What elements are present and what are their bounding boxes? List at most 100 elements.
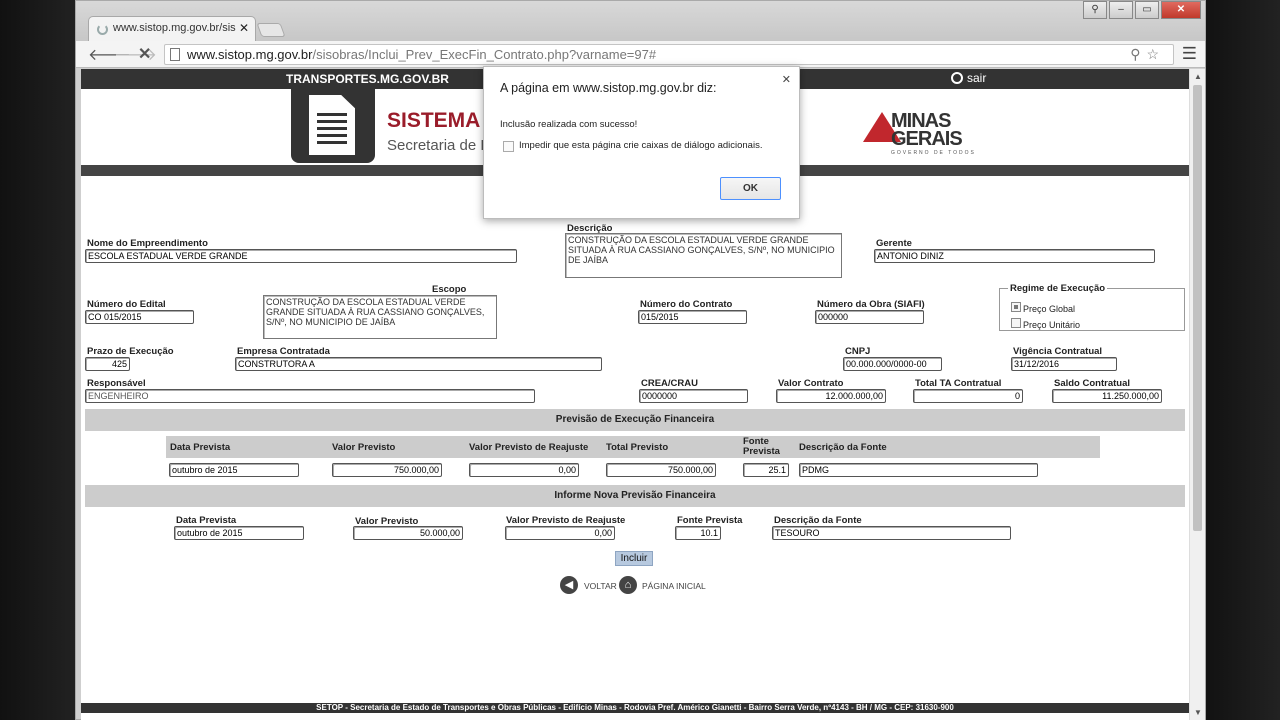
vertical-scrollbar[interactable]: ▲ ▼ — [1189, 69, 1205, 720]
pagina-inicial-link[interactable]: PÁGINA INICIAL — [642, 581, 706, 591]
vigencia-input[interactable]: 31/12/2016 — [1011, 357, 1117, 371]
crea-input[interactable]: 0000000 — [639, 389, 748, 403]
nova-valor-input[interactable]: 50.000,00 — [353, 526, 463, 540]
responsavel-input[interactable]: ENGENHEIRO — [85, 389, 535, 403]
cnpj-label: CNPJ — [845, 346, 871, 357]
escopo-label: Escopo — [432, 284, 467, 295]
system-subtitle: Secretaria de E — [387, 137, 491, 154]
logo-text-3: GOVERNO DE TODOS — [891, 150, 976, 156]
numero-edital-input[interactable]: CO 015/2015 — [85, 310, 194, 324]
previsao-total-input[interactable]: 750.000,00 — [606, 463, 716, 477]
previsao-data-input[interactable]: outubro de 2015 — [169, 463, 299, 477]
preco-global-label: Preço Global — [1023, 304, 1076, 314]
nova-data-input[interactable]: outubro de 2015 — [174, 526, 304, 540]
ok-button[interactable]: OK — [720, 177, 781, 200]
logout-label: sair — [967, 71, 987, 85]
incluir-button[interactable]: Incluir — [615, 551, 653, 566]
total-ta-input[interactable]: 0 — [913, 389, 1023, 403]
vigencia-label: Vigência Contratual — [1013, 346, 1103, 357]
gerente-input[interactable]: ANTONIO DINIZ — [874, 249, 1155, 263]
crea-label: CREA/CRAU — [641, 378, 698, 389]
previsao-descricao-input[interactable]: PDMG — [799, 463, 1038, 477]
tab-strip: www.sistop.mg.gov.br/sis ✕ ⚲ – ▭ ✕ — [76, 1, 1205, 41]
preco-unitario-radio[interactable] — [1011, 318, 1021, 328]
escopo-textarea[interactable]: CONSTRUÇÃO DA ESCOLA ESTADUAL VERDE GRAN… — [263, 295, 497, 339]
back-arrow-icon[interactable]: ◀ — [560, 576, 578, 594]
numero-contrato-input[interactable]: 015/2015 — [638, 310, 747, 324]
preco-global-radio[interactable] — [1011, 302, 1021, 312]
document-logo-icon — [291, 89, 375, 163]
valor-contrato-input[interactable]: 12.000.000,00 — [776, 389, 886, 403]
stop-icon[interactable]: ✕ — [138, 44, 151, 64]
minimize-button[interactable]: – — [1109, 1, 1133, 19]
empresa-label: Empresa Contratada — [237, 346, 330, 357]
previsao-col-fonte: Fonte Prevista — [743, 436, 780, 457]
numero-obra-label: Número da Obra (SIAFI) — [817, 299, 925, 310]
browser-toolbar: 🡐 🡒 ✕ www.sistop.mg.gov.br/sisobras/Incl… — [76, 41, 1205, 68]
nova-descricao-input[interactable]: TESOURO — [772, 526, 1011, 540]
browser-tab[interactable]: www.sistop.mg.gov.br/sis ✕ — [88, 16, 256, 41]
previsao-col-data: Data Prevista — [170, 442, 231, 453]
suppress-dialogs-checkbox[interactable] — [503, 141, 514, 152]
scroll-thumb[interactable] — [1193, 85, 1202, 531]
home-icon[interactable]: ⌂ — [619, 576, 637, 594]
regime-label: Regime de Execução — [1010, 283, 1106, 294]
account-button[interactable]: ⚲ — [1083, 1, 1107, 19]
responsavel-label: Responsável — [87, 378, 146, 389]
nova-col-reajuste: Valor Previsto de Reajuste — [506, 515, 626, 526]
numero-edital-label: Número do Edital — [87, 299, 166, 310]
numero-obra-input[interactable]: 000000 — [815, 310, 924, 324]
cnpj-input[interactable]: 00.000.000/0000-00 — [843, 357, 942, 371]
alert-dialog: A página em www.sistop.mg.gov.br diz: ✕ … — [483, 66, 800, 219]
power-icon — [951, 72, 963, 84]
nova-col-descricao: Descrição da Fonte — [774, 515, 862, 526]
dialog-close-icon[interactable]: ✕ — [782, 73, 791, 86]
dialog-message: Inclusão realizada com sucesso! — [500, 119, 638, 130]
scroll-up-icon[interactable]: ▲ — [1194, 72, 1202, 81]
dialog-title: A página em www.sistop.mg.gov.br diz: — [500, 81, 717, 95]
nova-reajuste-input[interactable]: 0,00 — [505, 526, 615, 540]
search-star-icons[interactable]: ⚲☆ — [1130, 46, 1165, 63]
descricao-textarea[interactable]: CONSTRUÇÃO DA ESCOLA ESTADUAL VERDE GRAN… — [565, 233, 842, 278]
window-controls: ⚲ – ▭ ✕ — [1081, 1, 1201, 19]
close-tab-icon[interactable]: ✕ — [239, 21, 249, 35]
url-host: www.sistop.mg.gov.br — [187, 47, 313, 62]
previsao-valor-input[interactable]: 750.000,00 — [332, 463, 442, 477]
empresa-input[interactable]: CONSTRUTORA A — [235, 357, 602, 371]
address-bar[interactable]: www.sistop.mg.gov.br/sisobras/Inclui_Pre… — [164, 44, 1174, 65]
tab-title: www.sistop.mg.gov.br/sis — [113, 22, 236, 34]
page-icon — [170, 48, 180, 61]
previsao-fonte-input[interactable]: 25.1 — [743, 463, 789, 477]
logo-text-2: GERAIS — [891, 128, 963, 150]
nova-section-title: Informe Nova Previsão Financeira — [85, 485, 1185, 507]
scroll-down-icon[interactable]: ▼ — [1194, 708, 1202, 717]
menu-icon[interactable]: ☰ — [1182, 44, 1197, 64]
voltar-link[interactable]: VOLTAR — [584, 581, 617, 591]
previsao-reajuste-input[interactable]: 0,00 — [469, 463, 579, 477]
previsao-col-total: Total Previsto — [606, 442, 669, 453]
page-footer: SETOP - Secretaria de Estado de Transpor… — [81, 703, 1189, 713]
url-path: /sisobras/Inclui_Prev_ExecFin_Contrato.p… — [312, 47, 657, 62]
site-link[interactable]: TRANSPORTES.MG.GOV.BR — [286, 72, 449, 86]
nova-col-data: Data Prevista — [176, 515, 237, 526]
gerente-label: Gerente — [876, 238, 912, 249]
saldo-input[interactable]: 11.250.000,00 — [1052, 389, 1162, 403]
suppress-dialogs-label: Impedir que esta página crie caixas de d… — [519, 140, 763, 151]
prazo-input[interactable]: 425 — [85, 357, 130, 371]
new-tab-button[interactable] — [256, 23, 286, 37]
nome-empreendimento-input[interactable]: ESCOLA ESTADUAL VERDE GRANDE — [85, 249, 517, 263]
valor-contrato-label: Valor Contrato — [778, 378, 844, 389]
nova-fonte-input[interactable]: 10.1 — [675, 526, 721, 540]
loading-icon — [97, 24, 108, 35]
previsao-col-valor: Valor Previsto — [332, 442, 396, 453]
total-ta-label: Total TA Contratual — [915, 378, 1002, 389]
previsao-col-reajuste: Valor Previsto de Reajuste — [469, 442, 589, 453]
preco-unitario-label: Preço Unitário — [1023, 320, 1081, 330]
nome-empreendimento-label: Nome do Empreendimento — [87, 238, 208, 249]
close-window-button[interactable]: ✕ — [1161, 1, 1201, 19]
maximize-button[interactable]: ▭ — [1135, 1, 1159, 19]
numero-contrato-label: Número do Contrato — [640, 299, 733, 310]
logout-link[interactable]: sair — [951, 71, 986, 85]
prazo-label: Prazo de Execução — [87, 346, 174, 357]
minas-gerais-logo: MINAS GERAIS GOVERNO DE TODOS — [861, 104, 976, 159]
